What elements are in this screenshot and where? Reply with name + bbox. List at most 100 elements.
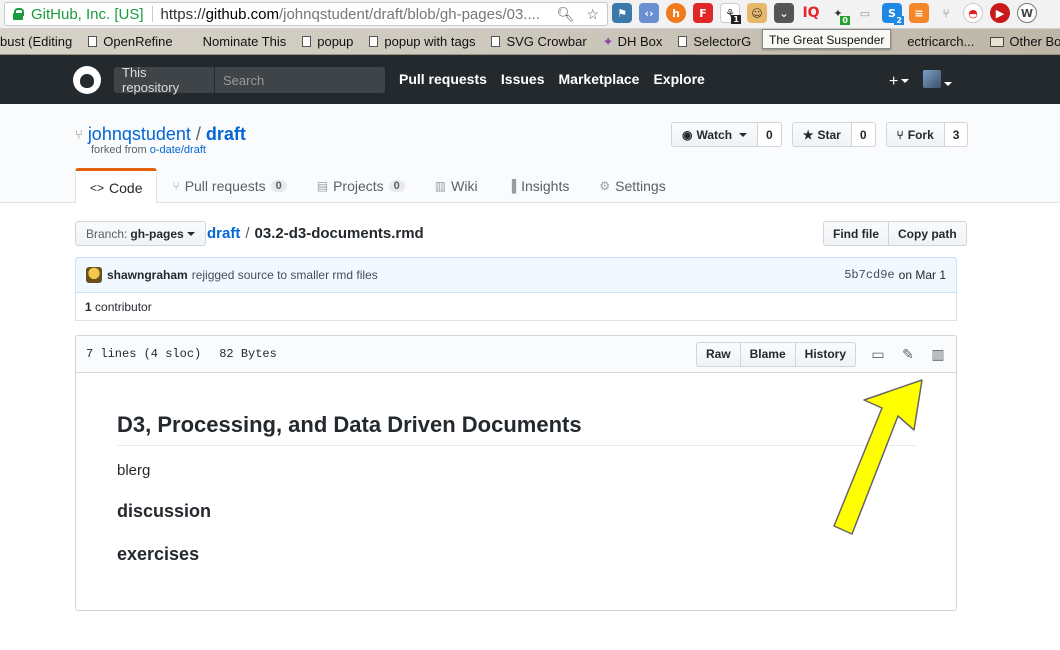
bookmark-item[interactable]: SVG Crowbar [491,34,587,49]
bookmark-label: SelectorG [693,34,752,49]
tab-code[interactable]: <> Code [75,168,158,204]
find-file-button[interactable]: Find file [823,221,889,246]
skype-badge: 2 [894,16,904,25]
watch-count[interactable]: 0 [758,122,782,147]
commit-message[interactable]: rejigged source to smaller rmd files [192,268,845,282]
forked-from-link[interactable]: o-date/draft [150,144,206,156]
breadcrumb-repo-link[interactable]: draft [207,225,240,242]
github-logo-icon[interactable] [73,66,101,94]
pokeball-icon[interactable]: ◓ [963,3,983,23]
dark-reader-icon[interactable]: ⚘ 1 [720,3,741,24]
repo-title: ⑂ johnqstudent / draft [75,124,246,145]
nav-marketplace[interactable]: Marketplace [559,71,640,87]
annotation-arrow-shape [833,379,923,535]
tab-wiki[interactable]: ▥ Wiki [420,168,493,203]
repo-forked-icon: ⑂ [75,127,83,142]
avatar [923,70,942,88]
star-group: ★ Star 0 [791,122,876,147]
skype-icon[interactable]: S2 [882,3,904,25]
file-actions: Raw Blame History ▭ ✎ ▥ [695,341,946,367]
repo-title-separator: / [195,124,201,144]
fork-group: ⑂ Fork 3 [885,122,969,147]
commit-sha-link[interactable]: 5b7cd9e [844,268,894,282]
tab-label: Settings [615,178,666,194]
fork-count[interactable]: 3 [944,122,969,147]
chevron-down-icon [739,132,748,137]
graph-icon: ▐ [507,179,517,193]
code-icon[interactable]: ‹› [639,3,659,23]
avatar[interactable] [86,267,102,283]
url-divider [151,6,153,22]
dh-box-icon: ✦ [602,33,614,49]
commit-author-link[interactable]: shawngraham [107,268,188,282]
fork-icon[interactable]: ⑂ [936,3,956,23]
pull-request-icon: ⑂ [172,179,180,193]
fork-icon: ⑂ [896,127,904,142]
site-identity[interactable]: GitHub, Inc. [US] [31,6,144,23]
create-new-button[interactable]: + [889,73,910,91]
contributors-bar[interactable]: 1 contributor [75,293,957,321]
tab-insights[interactable]: ▐ Insights [493,168,585,203]
url-scheme: https:// [160,5,206,23]
star-icon: ★ [802,127,814,142]
copy-path-button[interactable]: Copy path [889,221,967,246]
star-count[interactable]: 0 [851,122,876,147]
iq-icon[interactable]: IQ [801,3,821,23]
markdown-body: D3, Processing, and Data Driven Document… [117,412,916,565]
bookmark-item[interactable]: OpenRefine [88,34,173,49]
bookmark-item[interactable]: ectricarch... [907,34,974,49]
flipboard-icon[interactable]: F [693,3,713,23]
tab-projects[interactable]: ▤ Projects 0 [302,168,420,203]
comment-icon[interactable]: ▭ [855,3,875,23]
play-icon[interactable]: ▶ [990,3,1010,23]
bookmark-item[interactable]: Nominate This [203,34,287,49]
bookmark-item[interactable]: popup [302,34,353,49]
nav-issues[interactable]: Issues [501,71,545,87]
raw-button[interactable]: Raw [695,341,741,367]
star-bookmark-icon[interactable]: ☆ [586,6,599,23]
suspender-icon[interactable]: ☺ [747,3,767,23]
tab-settings[interactable]: ⚙ Settings [584,168,680,203]
bookmark-label: ectricarch... [907,34,975,49]
bookmark-item[interactable]: ✦ DH Box [603,34,663,50]
page-icon [88,36,98,47]
user-menu-button[interactable] [923,70,953,93]
breadcrumb: draft / 03.2-d3-documents.rmd [207,225,424,242]
zoom-icon[interactable]: 🔍︎ [557,6,575,23]
annotation-arrow [833,379,923,535]
repo-owner-link[interactable]: johnqstudent [88,124,191,145]
pencil-icon[interactable]: ✎ [900,346,916,363]
repo-name-link[interactable]: draft [206,124,246,145]
search-input[interactable] [215,72,385,88]
history-button[interactable]: History [795,341,856,367]
h-icon[interactable]: h [666,3,686,23]
star-button[interactable]: ★ Star [791,122,852,147]
nav-explore[interactable]: Explore [653,71,704,87]
bookmark-item[interactable]: bust (Editing [0,34,72,49]
fork-label: Fork [907,127,934,142]
bookmark-item[interactable]: SelectorG [678,34,751,49]
page-icon [369,36,379,47]
search-scope[interactable]: This repository [114,65,215,95]
tab-pull-requests[interactable]: ⑂ Pull requests 0 [157,168,301,203]
blame-button[interactable]: Blame [740,341,796,367]
fork-button[interactable]: ⑂ Fork [885,122,945,147]
wordpress-icon[interactable]: W [1017,3,1037,23]
address-bar[interactable]: GitHub, Inc. [US] https://github.com/joh… [4,2,608,26]
pocket-icon[interactable]: ⌄ [774,3,794,23]
nav-pull-requests[interactable]: Pull requests [399,71,487,87]
branch-prefix: Branch: [86,226,128,241]
bookmark-folder[interactable]: Other Bo [990,34,1060,49]
chevron-down-icon [901,79,910,84]
python-icon[interactable]: ⚑ [612,3,632,23]
url-text[interactable]: https://github.com/johnqstudent/draft/bl… [161,6,557,23]
watch-button[interactable]: ◉ Watch [671,122,759,147]
trash-icon[interactable]: ▥ [930,346,946,363]
branch-select-button[interactable]: Branch: gh-pages [75,221,206,246]
wand-icon[interactable]: ✦ 0 [828,3,850,25]
bookmark-item[interactable]: popup with tags [369,34,475,49]
lock-icon [13,8,24,20]
calculator-icon[interactable]: ≡ [909,3,929,23]
browser-toolbar: GitHub, Inc. [US] https://github.com/joh… [0,0,1060,29]
desktop-icon[interactable]: ▭ [870,346,886,363]
